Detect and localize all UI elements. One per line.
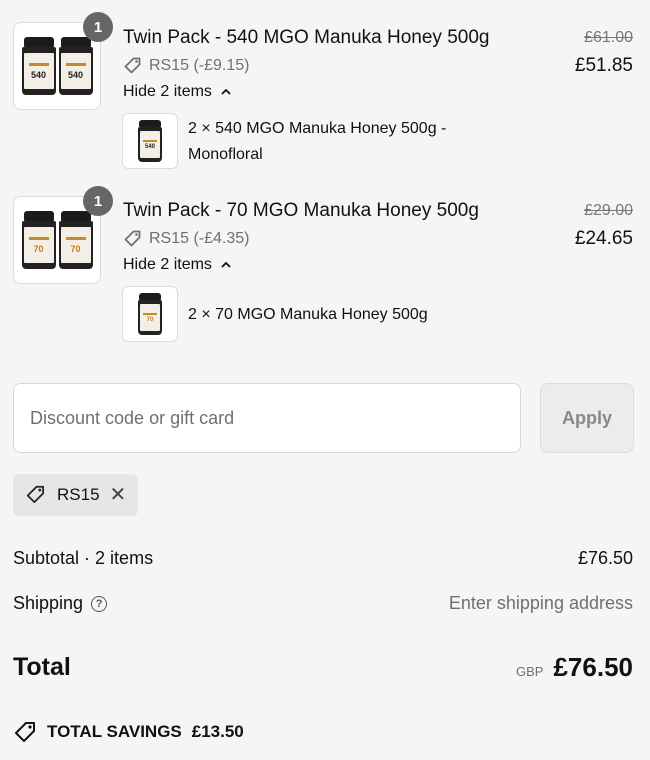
discount-code-input[interactable] — [13, 383, 521, 453]
bundle-item-text: 2 × 540 MGO Manuka Honey 500g - Monoflor… — [188, 120, 447, 163]
toggle-bundle-items[interactable]: Hide 2 items — [123, 256, 232, 274]
product-thumbnail: 70 70 1 — [13, 186, 113, 284]
original-price: £61.00 — [584, 29, 633, 46]
tag-icon — [15, 722, 35, 742]
tag-icon — [26, 485, 45, 504]
product-title: Twin Pack - 540 MGO Manuka Honey 500g — [123, 27, 490, 48]
bundle-item-image: 70 — [122, 286, 178, 342]
discount-applied: RS15 (-£9.15) — [123, 56, 250, 76]
total-label: Total — [13, 653, 71, 681]
tag-icon — [124, 230, 141, 247]
quantity-badge: 1 — [83, 12, 113, 42]
savings-label: TOTAL SAVINGS — [47, 722, 182, 741]
currency-code: GBP — [516, 664, 544, 679]
product-title: Twin Pack - 70 MGO Manuka Honey 500g — [123, 200, 479, 221]
total-value: £76.50 — [553, 652, 633, 682]
honey-jar-image: 70 — [138, 293, 162, 335]
subtotal-value: £76.50 — [577, 548, 633, 568]
remove-code-icon[interactable]: ✕ — [110, 485, 127, 505]
toggle-label: Hide 2 items — [123, 83, 212, 100]
honey-jar-image: 540 — [138, 120, 162, 162]
shipping-row: Shipping ? Enter shipping address — [13, 593, 633, 614]
bundle-item-image: 540 — [122, 113, 178, 169]
apply-button[interactable]: Apply — [540, 383, 634, 453]
discount-text: RS15 (-£4.35) — [149, 230, 250, 247]
honey-jar-image: 540 — [58, 37, 93, 95]
product-thumbnail: 540 540 1 — [13, 12, 113, 110]
total-savings: TOTAL SAVINGS £13.50 — [13, 720, 244, 744]
applied-code-chip: RS15 ✕ — [13, 474, 139, 516]
toggle-label: Hide 2 items — [123, 256, 212, 273]
total-amount-group: GBP £76.50 — [516, 652, 633, 683]
tag-icon — [124, 57, 141, 74]
sale-price: £24.65 — [574, 228, 633, 249]
honey-jar-image: 70 — [58, 211, 93, 269]
subtotal-row: Subtotal · 2 items £76.50 — [13, 548, 633, 569]
discount-applied: RS15 (-£4.35) — [123, 229, 250, 249]
applied-code-label: RS15 — [57, 485, 100, 504]
toggle-bundle-items[interactable]: Hide 2 items — [123, 83, 232, 101]
help-icon[interactable]: ? — [91, 595, 108, 612]
honey-jar-image: 540 — [21, 37, 56, 95]
total-row: Total GBP £76.50 — [13, 652, 633, 683]
quantity-badge: 1 — [83, 186, 113, 216]
chevron-up-icon — [221, 88, 231, 95]
shipping-label: Shipping — [13, 593, 84, 613]
subtotal-label: Subtotal · 2 items — [13, 548, 154, 568]
shipping-value: Enter shipping address — [448, 593, 633, 613]
sale-price: £51.85 — [574, 55, 633, 76]
shipping-label-group: Shipping ? — [13, 593, 108, 614]
savings-value: £13.50 — [191, 722, 244, 741]
discount-text: RS15 (-£9.15) — [149, 57, 250, 74]
honey-jar-image: 70 — [21, 211, 56, 269]
chevron-up-icon — [221, 261, 231, 268]
bundle-item-text: 2 × 70 MGO Manuka Honey 500g — [188, 306, 428, 323]
original-price: £29.00 — [584, 202, 633, 219]
